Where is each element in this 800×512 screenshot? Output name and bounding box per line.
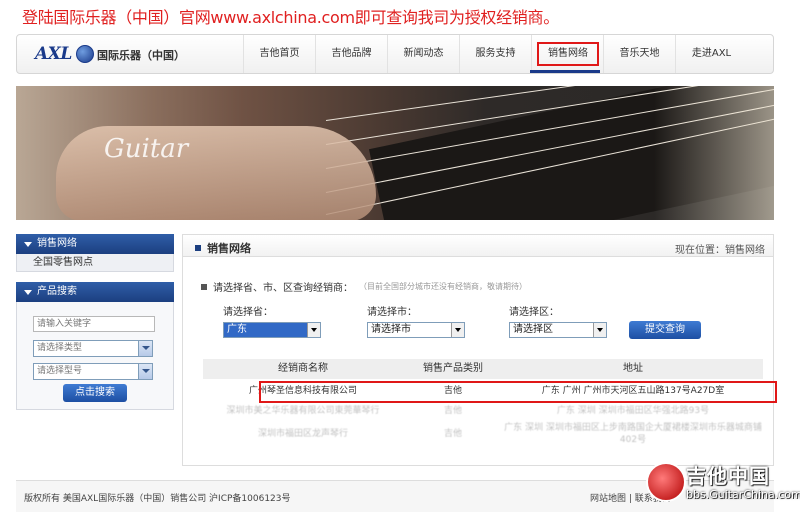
district-label: 请选择区：	[509, 307, 559, 318]
header-bar: AXL 国际乐器（中国） 吉他首页 吉他品牌 新闻动态 服务支持 销售网络 音乐…	[16, 34, 774, 74]
main-nav: 吉他首页 吉他品牌 新闻动态 服务支持 销售网络 音乐天地 走进AXL	[243, 35, 747, 73]
table-row[interactable]: 深圳市福田区龙声琴行 吉他 广东 深圳 深圳市福田区上步南路国企大厦裙楼深圳市乐…	[203, 421, 763, 447]
city-label: 请选择市：	[367, 307, 417, 318]
page-title-text: 销售网络	[207, 242, 251, 255]
globe-icon	[75, 45, 94, 63]
query-instruction: 请选择省、市、区查询经销商： （目前全国部分城市还没有经销商，敬请期待）	[201, 279, 527, 294]
light-glare	[654, 86, 774, 220]
province-select[interactable]: 广东	[223, 322, 321, 338]
watermark-url: bbs.GuitarChina.com	[686, 488, 800, 501]
nav-home[interactable]: 吉他首页	[243, 35, 315, 73]
dealer-name: 深圳市美之华乐器有限公司東莞華琴行	[226, 406, 380, 416]
district-select[interactable]: 请选择区	[509, 322, 607, 338]
dealer-name: 深圳市福田区龙声琴行	[257, 429, 348, 439]
top-note-prefix: 登陆国际乐器（中国）官网	[22, 8, 211, 27]
type-select[interactable]: 请选择类型	[33, 340, 153, 357]
search-button[interactable]: 点击搜索	[63, 384, 127, 402]
nav-news[interactable]: 新闻动态	[387, 35, 459, 73]
page-title: 销售网络	[195, 240, 251, 256]
product-search-header: 产品搜索	[16, 282, 174, 302]
column-header-category: 销售产品类别	[423, 363, 483, 374]
top-note-suffix: 即可查询我司为授权经销商。	[354, 8, 559, 27]
dealer-category: 吉他	[443, 429, 462, 439]
dropdown-arrow-icon[interactable]	[451, 323, 464, 337]
province-label: 请选择省：	[223, 307, 273, 318]
nav-brands[interactable]: 吉他品牌	[315, 35, 387, 73]
main-panel: 销售网络 现在位置：销售网络 请选择省、市、区查询经销商： （目前全国部分城市还…	[182, 234, 777, 466]
column-header-name: 经销商名称	[278, 363, 328, 374]
city-select[interactable]: 请选择市	[367, 322, 465, 338]
nav-support[interactable]: 服务支持	[459, 35, 531, 73]
nav-about[interactable]: 走进AXL	[675, 35, 747, 73]
dropdown-arrow-icon[interactable]	[593, 323, 606, 337]
nav-sales-network-label: 销售网络	[537, 42, 599, 66]
sidebar-link-retail[interactable]: 全国零售网点	[16, 254, 174, 272]
active-nav-underline	[530, 70, 600, 73]
product-search-title: 产品搜索	[37, 286, 77, 297]
top-note-site: www.axlchina.com	[210, 8, 355, 27]
type-select-value: 请选择类型	[37, 343, 83, 353]
sales-network-title: 销售网络	[37, 238, 77, 249]
watermark-title: 吉他中国	[686, 464, 770, 488]
triangle-down-icon	[24, 241, 32, 247]
logo-text: AXL	[35, 44, 72, 64]
company-name: 国际乐器（中国）	[97, 49, 185, 62]
dealer-address: 广东 深圳 深圳市福田区上步南路国企大厦裙楼深圳市乐器城商铺402号	[504, 423, 762, 445]
logo[interactable]: AXL	[35, 44, 94, 64]
district-select-value: 请选择区	[513, 324, 553, 335]
top-note: 登陆国际乐器（中国）官网www.axlchina.com即可查询我司为授权经销商…	[22, 4, 559, 28]
table-header: 经销商名称 销售产品类别 地址	[203, 359, 763, 379]
submit-query-button[interactable]: 提交查询	[629, 321, 701, 339]
city-select-value: 请选择市	[371, 324, 411, 335]
nav-music-world[interactable]: 音乐天地	[603, 35, 675, 73]
model-select-value: 请选择型号	[37, 366, 83, 376]
query-text: 请选择省、市、区查询经销商：	[213, 283, 353, 294]
dropdown-arrow-icon[interactable]	[138, 364, 152, 379]
watermark: 吉他中国 bbs.GuitarChina.com	[642, 458, 800, 512]
query-hint: （目前全国部分城市还没有经销商，敬请期待）	[359, 282, 527, 291]
dropdown-arrow-icon[interactable]	[307, 323, 320, 337]
dropdown-arrow-icon[interactable]	[138, 341, 152, 356]
table-row[interactable]: 广州琴圣信息科技有限公司 吉他 广东 广州 广州市天河区五山路137号A27D室	[203, 381, 777, 403]
highlight-box	[259, 381, 777, 403]
triangle-down-icon	[24, 289, 32, 295]
square-bullet-icon	[195, 245, 201, 251]
banner-script-text: Guitar	[104, 134, 189, 164]
sidebar: 销售网络 全国零售网点 产品搜索 请输入关键字 请选择类型 请选择型号 点击搜索	[16, 234, 174, 410]
sales-network-header: 销售网络	[16, 234, 174, 254]
table-row[interactable]: 深圳市美之华乐器有限公司東莞華琴行 吉他 广东 深圳 深圳市福田区华强北路93号	[203, 401, 763, 421]
province-select-value: 广东	[227, 324, 247, 335]
dealer-table: 经销商名称 销售产品类别 地址 广州琴圣信息科技有限公司 吉他 广东 广州 广州…	[203, 359, 777, 447]
dealer-address: 广东 深圳 深圳市福田区华强北路93号	[556, 406, 710, 416]
copyright: 版权所有 美国AXL国际乐器（中国）销售公司 沪ICP备1006123号	[24, 494, 291, 504]
column-header-address: 地址	[623, 363, 643, 374]
square-bullet-icon	[201, 283, 207, 290]
guitar-banner: Guitar	[16, 86, 774, 220]
guitarchina-logo-icon	[646, 462, 686, 502]
main-header: 销售网络 现在位置：销售网络	[183, 235, 773, 257]
keyword-input[interactable]: 请输入关键字	[33, 316, 155, 332]
model-select[interactable]: 请选择型号	[33, 363, 153, 380]
dealer-category: 吉他	[443, 406, 462, 416]
nav-sales-network[interactable]: 销售网络	[531, 35, 603, 73]
product-search-panel: 请输入关键字 请选择类型 请选择型号 点击搜索	[16, 302, 174, 410]
breadcrumb: 现在位置：销售网络	[675, 245, 765, 256]
